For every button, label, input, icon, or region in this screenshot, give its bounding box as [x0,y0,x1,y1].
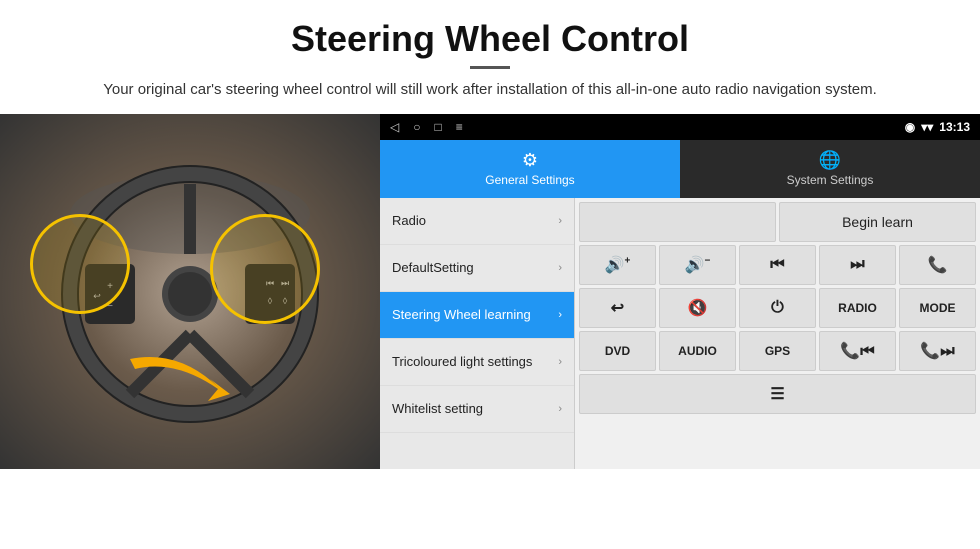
menu-radio-label: Radio [392,213,426,228]
radio-label: RADIO [838,301,877,315]
highlight-circle-left [30,214,130,314]
content-area: + − ↩ ⏮ ⏭ ◊ ◊ ◁ ○ □ ≡ ◉ [0,114,980,469]
tab-general-label: General Settings [485,173,574,187]
begin-learn-button[interactable]: Begin learn [779,202,976,242]
vol-up-icon: 🔊+ [605,255,631,275]
menu-item-radio[interactable]: Radio › [380,198,574,245]
radio-button[interactable]: RADIO [819,288,896,328]
dvd-button[interactable]: DVD [579,331,656,371]
page-subtitle: Your original car's steering wheel contr… [40,79,940,102]
next-track-icon: ⏭ [850,256,864,274]
vol-down-icon: 🔊− [685,255,711,275]
control-row-2: 🔊+ 🔊− ⏮ ⏭ 📞 [579,245,976,285]
system-settings-icon: 🌐 [819,150,841,171]
arrow-svg [120,339,260,429]
time-display: 13:13 [939,120,970,134]
page-title: Steering Wheel Control [40,18,940,60]
tab-general-settings[interactable]: ⚙ General Settings [380,140,680,198]
audio-button[interactable]: AUDIO [659,331,736,371]
list-button[interactable]: ☰ [579,374,976,414]
menu-tricoloured-label: Tricoloured light settings [392,354,532,369]
vol-down-button[interactable]: 🔊− [659,245,736,285]
empty-slot [579,202,776,242]
dvd-label: DVD [605,344,630,358]
phone-next-icon: 📞⏭ [920,341,954,361]
left-menu: Radio › DefaultSetting › Steering Wheel … [380,198,575,469]
control-grid: Begin learn 🔊+ 🔊− ⏮ ⏭ [575,198,980,469]
chevron-tricoloured-icon: › [558,356,562,368]
highlight-circle-right [210,214,320,324]
nav-recent-icon[interactable]: □ [434,120,441,134]
mode-button[interactable]: MODE [899,288,976,328]
location-icon: ◉ [905,120,915,134]
menu-item-default-setting[interactable]: DefaultSetting › [380,245,574,292]
menu-item-whitelist[interactable]: Whitelist setting › [380,386,574,433]
car-image-panel: + − ↩ ⏮ ⏭ ◊ ◊ [0,114,380,469]
prev-track-button[interactable]: ⏮ [739,245,816,285]
nav-menu-icon[interactable]: ≡ [456,120,463,134]
page-header: Steering Wheel Control Your original car… [0,0,980,110]
back-button[interactable]: ↩ [579,288,656,328]
mute-icon: 🔇 [688,298,708,318]
header-divider [470,66,510,69]
mute-button[interactable]: 🔇 [659,288,736,328]
signal-icon: ▾▾ [921,120,933,134]
chevron-default-icon: › [558,262,562,274]
main-body: Radio › DefaultSetting › Steering Wheel … [380,198,980,469]
nav-home-icon[interactable]: ○ [413,120,420,134]
tab-system-settings[interactable]: 🌐 System Settings [680,140,980,198]
phone-button[interactable]: 📞 [899,245,976,285]
list-icon: ☰ [770,384,784,404]
vol-up-button[interactable]: 🔊+ [579,245,656,285]
nav-back-icon[interactable]: ◁ [390,120,399,134]
prev-track-icon: ⏮ [770,256,784,274]
power-button[interactable]: ⏻ [739,288,816,328]
chevron-whitelist-icon: › [558,403,562,415]
back-icon: ↩ [611,298,624,318]
phone-icon: 📞 [928,255,948,275]
menu-item-tricoloured[interactable]: Tricoloured light settings › [380,339,574,386]
status-indicators: ◉ ▾▾ 13:13 [905,120,970,134]
phone-prev-icon: 📞⏮ [840,341,874,361]
control-row-1: Begin learn [579,202,976,242]
status-bar: ◁ ○ □ ≡ ◉ ▾▾ 13:13 [380,114,980,140]
gps-button[interactable]: GPS [739,331,816,371]
control-row-4: DVD AUDIO GPS 📞⏮ 📞⏭ [579,331,976,371]
audio-label: AUDIO [678,344,717,358]
menu-item-steering-wheel[interactable]: Steering Wheel learning › [380,292,574,339]
menu-steering-label: Steering Wheel learning [392,307,531,322]
gps-label: GPS [765,344,790,358]
android-panel: ◁ ○ □ ≡ ◉ ▾▾ 13:13 ⚙ General Settings 🌐 … [380,114,980,469]
mode-label: MODE [920,301,956,315]
tab-system-label: System Settings [787,173,874,187]
power-icon: ⏻ [771,299,784,317]
settings-tabs: ⚙ General Settings 🌐 System Settings [380,140,980,198]
chevron-steering-icon: › [558,309,562,321]
nav-buttons: ◁ ○ □ ≡ [390,120,463,134]
control-row-5: ☰ [579,374,976,414]
menu-whitelist-label: Whitelist setting [392,401,483,416]
control-row-3: ↩ 🔇 ⏻ RADIO MODE [579,288,976,328]
phone-next-button[interactable]: 📞⏭ [899,331,976,371]
general-settings-icon: ⚙ [522,150,538,171]
menu-default-label: DefaultSetting [392,260,474,275]
chevron-radio-icon: › [558,215,562,227]
phone-prev-button[interactable]: 📞⏮ [819,331,896,371]
next-track-button[interactable]: ⏭ [819,245,896,285]
